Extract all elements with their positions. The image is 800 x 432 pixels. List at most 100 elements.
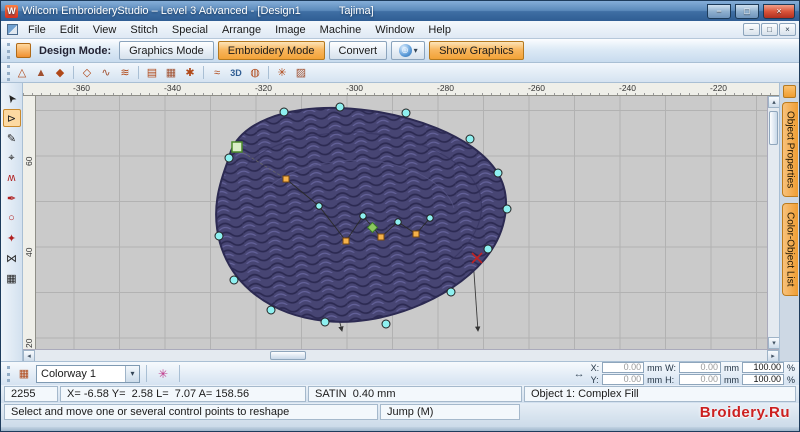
horizontal-scroll-track[interactable] (35, 350, 767, 361)
window-title-doc: Tajima] (338, 5, 374, 17)
embroidery-mode-button[interactable]: Embroidery Mode (217, 41, 325, 60)
contour-stitch-icon[interactable]: ≈ (208, 65, 226, 81)
chevron-down-icon: ▾ (413, 46, 418, 55)
menu-help[interactable]: Help (421, 22, 458, 38)
thread-colors-icon[interactable]: ▦ (15, 366, 33, 382)
three-d-button[interactable]: 3D (227, 65, 245, 81)
vertical-scroll-thumb[interactable] (769, 111, 778, 145)
h-unit: mm (723, 374, 739, 385)
minimize-button[interactable]: − (707, 3, 731, 19)
document-icon[interactable] (7, 24, 18, 35)
graphics-mode-button[interactable]: Graphics Mode (119, 41, 214, 60)
input-a-icon[interactable]: △ (13, 65, 31, 81)
menu-image[interactable]: Image (268, 22, 313, 38)
stipple-icon[interactable]: ✳ (273, 65, 291, 81)
colorway-select[interactable]: Colorway 1 ▾ (36, 364, 140, 383)
fancy-fill-icon[interactable]: ▨ (292, 65, 310, 81)
y-field[interactable]: 0.00 (602, 374, 645, 385)
h-field[interactable]: 0.00 (678, 374, 721, 385)
close-button[interactable]: × (763, 3, 795, 19)
grid-tool-button[interactable]: ▦ (3, 269, 21, 287)
motif-fill-icon[interactable]: ✱ (181, 65, 199, 81)
mdi-close-button[interactable]: × (779, 23, 796, 36)
reshape-tool-button[interactable]: ⊳ (2, 109, 21, 127)
w-field[interactable]: 0.00 (678, 362, 721, 373)
ruler-tick: -280 (437, 83, 455, 93)
auto-hide-icon[interactable] (783, 85, 796, 98)
toolbox: ➤ ⊳ ✎ ⌖ ʍ ✒ ○ ✦ ⋈ ▦ (1, 83, 23, 361)
status-bar: 2255 X= -6.58 Y= 2.58 L= 7.07 A= 158.56 … (1, 385, 799, 403)
mirror-tool-button[interactable]: ⋈ (3, 249, 21, 267)
mdi-restore-button[interactable]: □ (761, 23, 778, 36)
colorway-dropdown-button[interactable]: ▾ (125, 365, 139, 382)
ruler-tick: -340 (164, 83, 182, 93)
toolbar-separator (268, 66, 269, 79)
input-b-icon[interactable]: ▲ (32, 65, 50, 81)
ruler-tick: 60 (24, 156, 34, 166)
vertical-scrollbar[interactable]: ▴ ▾ (767, 96, 780, 349)
hoop-globe-button[interactable]: ⊕ ▾ (391, 41, 426, 60)
mdi-minimize-button[interactable]: − (743, 23, 760, 36)
y-unit: mm (647, 374, 663, 385)
toolbar-grip[interactable] (7, 365, 10, 382)
tab-color-object-list[interactable]: Color-Object List (781, 203, 798, 296)
tatami-stitch-icon[interactable]: ▦ (162, 65, 180, 81)
x-field[interactable]: 0.00 (602, 362, 645, 373)
design-mode-icon (16, 43, 31, 58)
app-logo-icon: W (5, 4, 18, 18)
main-area: ➤ ⊳ ✎ ⌖ ʍ ✒ ○ ✦ ⋈ ▦ -360 -340 -320 -300 … (1, 83, 799, 362)
selected-object-info: Object 1: Complex Fill (524, 386, 796, 402)
machine-function: Jump (M) (380, 404, 520, 420)
stitch-toolbar: △ ▲ ◆ ◇ ∿ ≋ ▤ ▦ ✱ ≈ 3D ◍ ✳ ▨ (1, 63, 799, 83)
measure-tool-button[interactable]: ⌖ (3, 149, 21, 167)
scale-y-field[interactable]: 100.00 (741, 374, 784, 385)
run-stitch-icon[interactable]: ∿ (97, 65, 115, 81)
satin-stitch-icon[interactable]: ▤ (143, 65, 161, 81)
convert-button[interactable]: Convert (328, 41, 388, 60)
toolbar-grip[interactable] (7, 42, 10, 59)
toolbar-separator (179, 365, 180, 382)
entry-point-handle[interactable] (231, 141, 243, 153)
trapunto-icon[interactable]: ◍ (246, 65, 264, 81)
menu-window[interactable]: Window (368, 22, 421, 38)
color-wheel-icon[interactable]: ✳ (153, 365, 173, 383)
docked-panel-tabs: Object Properties Color-Object List (779, 83, 799, 361)
complex-fill-icon[interactable]: ◇ (78, 65, 96, 81)
menu-view[interactable]: View (86, 22, 124, 38)
design-canvas[interactable] (36, 96, 767, 349)
ruler-tick: 40 (24, 247, 34, 257)
h-label: H: (665, 374, 675, 385)
stitch-type-info: SATIN 0.40 mm (308, 386, 522, 402)
window-frame-bottom (1, 427, 799, 431)
mode-toolbar: Design Mode: Graphics Mode Embroidery Mo… (1, 39, 799, 63)
input-c-icon[interactable]: ◆ (51, 65, 69, 81)
star-tool-button[interactable]: ✦ (3, 229, 21, 247)
triple-run-icon[interactable]: ≋ (116, 65, 134, 81)
colorway-toolbar: ▦ Colorway 1 ▾ ✳ ↔ X: 0.00 mm W: 0.00 mm… (1, 361, 799, 385)
select-tool-button[interactable]: ➤ (3, 89, 21, 107)
scale-x-field[interactable]: 100.00 (741, 362, 784, 373)
stitch-toolbar-grip[interactable] (7, 64, 10, 81)
freehand-tool-button[interactable]: ʍ (3, 169, 21, 187)
pen-tool-button[interactable]: ✒ (3, 189, 21, 207)
menu-machine[interactable]: Machine (313, 22, 369, 38)
menu-arrange[interactable]: Arrange (215, 22, 268, 38)
menu-file[interactable]: File (21, 22, 53, 38)
menu-special[interactable]: Special (165, 22, 215, 38)
menu-stitch[interactable]: Stitch (123, 22, 165, 38)
pencil-tool-button[interactable]: ✎ (3, 129, 21, 147)
horizontal-scroll-thumb[interactable] (270, 351, 306, 360)
title-bar[interactable]: W Wilcom EmbroideryStudio – Level 3 Adva… (1, 1, 799, 21)
menu-edit[interactable]: Edit (53, 22, 86, 38)
show-graphics-button[interactable]: Show Graphics (429, 41, 524, 60)
colorway-value: Colorway 1 (41, 367, 97, 380)
y-label: Y: (590, 374, 599, 385)
w-label: W: (665, 362, 676, 373)
horizontal-scrollbar[interactable]: ◂ ▸ (23, 349, 779, 362)
vertical-scroll-track[interactable] (768, 108, 779, 337)
maximize-button[interactable]: □ (735, 3, 759, 19)
tab-object-properties[interactable]: Object Properties (781, 102, 798, 198)
stitch-count: 2255 (4, 386, 58, 402)
ellipse-tool-button[interactable]: ○ (3, 209, 21, 227)
horizontal-ruler: -360 -340 -320 -300 -280 -260 -240 -220 (23, 83, 779, 96)
